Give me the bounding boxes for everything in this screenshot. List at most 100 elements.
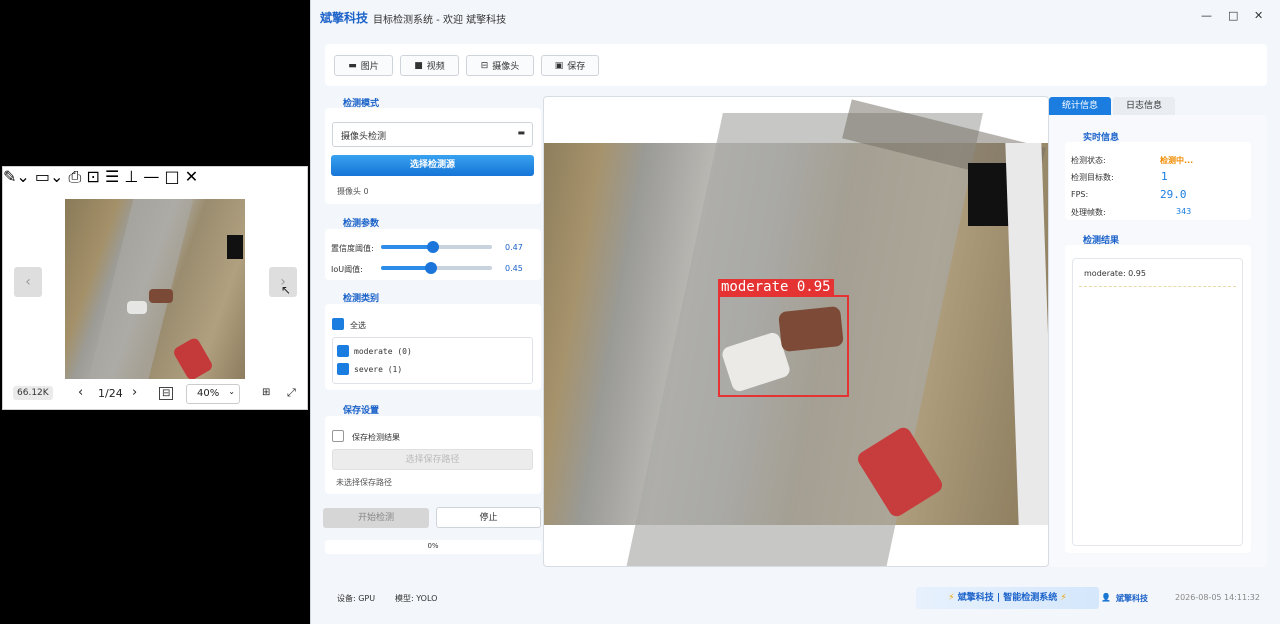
slideshow-icon[interactable]: ⊞	[262, 387, 270, 398]
device-info: 设备: GPU	[337, 594, 376, 603]
save-settings-title: 保存设置	[343, 406, 380, 416]
preview-image	[65, 199, 245, 379]
source-info: 摄像头 0	[337, 187, 369, 196]
close-icon[interactable]: ✕	[1254, 9, 1263, 22]
progress-bar: 0%	[325, 540, 541, 554]
save-button-label: 保存	[567, 62, 586, 72]
toolbar: ▬ 图片 ■ 视频 ⊟ 摄像头 ▣ 保存	[325, 44, 1267, 86]
choose-path-button[interactable]: 选择保存路径	[332, 449, 533, 470]
conf-label: 置信度阈值:	[331, 244, 374, 253]
results-list: moderate: 0.95	[1072, 258, 1243, 546]
fps-label: FPS:	[1071, 190, 1089, 199]
video-button-label: 视频	[426, 62, 445, 72]
video-button[interactable]: ■ 视频	[400, 55, 459, 76]
title-bar: 斌擎科技 目标检测系统 - 欢迎 斌擎科技 — □ ✕	[311, 0, 1280, 34]
page-indicator: 1/24	[98, 387, 123, 400]
detect-mode-select[interactable]: 摄像头检测 ▬	[332, 122, 533, 147]
select-all-label: 全选	[350, 321, 366, 330]
camera-icon: ⊟	[480, 60, 489, 71]
image-button-label: 图片	[360, 62, 379, 72]
targets-value: 1	[1161, 170, 1168, 183]
start-detection-button[interactable]: 开始检测	[323, 508, 429, 528]
class-label-moderate: moderate (0)	[354, 347, 412, 356]
zoom-value: 40%	[197, 388, 220, 399]
progress-text: 0%	[427, 542, 439, 550]
crop-icon[interactable]: ▭⌄	[35, 167, 64, 186]
user-name: 斌擎科技	[1116, 594, 1148, 603]
frames-label: 处理帧数:	[1071, 208, 1106, 217]
lightning-icon: ⚡	[948, 593, 955, 603]
menu-icon[interactable]: ☰	[105, 167, 119, 186]
pin-icon[interactable]: ⊥	[124, 167, 138, 186]
video-display: moderate 0.95	[543, 96, 1049, 567]
dropdown-icon: ▬	[517, 128, 525, 137]
video-icon: ■	[414, 60, 423, 71]
path-status: 未选择保存路径	[336, 478, 392, 487]
close-icon[interactable]: ✕	[185, 167, 198, 186]
iou-slider-handle[interactable]	[424, 262, 437, 274]
file-size-badge: 66.12K	[13, 386, 53, 400]
window-title: 目标检测系统 - 欢迎 斌擎科技	[373, 15, 507, 26]
maximize-icon[interactable]: □	[165, 167, 180, 186]
model-info: 模型: YOLO	[395, 594, 438, 603]
camera-button[interactable]: ⊟ 摄像头	[466, 55, 534, 76]
brand-title: 斌擎科技	[320, 11, 369, 25]
image-button[interactable]: ▬ 图片	[334, 55, 393, 76]
class-checkbox-moderate[interactable]	[337, 345, 349, 357]
previous-arrow-icon[interactable]: ‹	[78, 385, 83, 400]
iou-slider-fill	[381, 266, 431, 270]
tab-stats[interactable]: 统计信息	[1049, 97, 1111, 115]
frames-value: 343	[1176, 207, 1192, 216]
detect-mode-value: 摄像头检测	[341, 132, 387, 142]
detection-app-window: 斌擎科技 目标检测系统 - 欢迎 斌擎科技 — □ ✕ ▬ 图片 ■ 视频 ⊟ 摄像头…	[310, 0, 1280, 624]
zoom-select[interactable]: 40% ⌄	[186, 384, 240, 404]
camera-button-label: 摄像头	[492, 62, 520, 72]
save-button[interactable]: ▣ 保存	[541, 55, 599, 76]
prev-image-button[interactable]: ‹	[14, 267, 42, 297]
class-label-severe: severe (1)	[354, 365, 403, 374]
minimize-icon[interactable]: —	[143, 167, 159, 186]
status-footer: 设备: GPU 模型: YOLO ⚡ 斌擎科技 | 智能检测系统 ⚡ 👤 斌擎科…	[325, 584, 1267, 610]
fullscreen-icon[interactable]: ⤢	[287, 386, 296, 400]
status-value: 检测中...	[1160, 156, 1194, 165]
iou-slider[interactable]	[381, 262, 492, 274]
user-icon: 👤	[1101, 593, 1111, 602]
save-results-checkbox[interactable]	[332, 430, 344, 442]
class-list	[332, 337, 533, 384]
maximize-icon[interactable]: □	[1228, 9, 1238, 22]
datetime: 2026-08-05 14:11:32	[1175, 593, 1260, 602]
targets-label: 检测目标数:	[1071, 173, 1114, 182]
class-checkbox-severe[interactable]	[337, 363, 349, 375]
select-source-button[interactable]: 选择检测源	[331, 155, 534, 176]
tab-log[interactable]: 日志信息	[1113, 97, 1175, 115]
edit-icon[interactable]: ✎⌄	[3, 167, 30, 186]
stop-button[interactable]: 停止	[436, 507, 541, 528]
share-icon[interactable]: ⊡	[86, 167, 99, 186]
bounding-box	[718, 295, 849, 397]
status-label: 检测状态:	[1071, 156, 1106, 165]
detection-overlay: moderate 0.95	[544, 143, 1048, 525]
save-results-label: 保存检测结果	[352, 433, 400, 442]
classes-title: 检测类别	[343, 294, 380, 304]
minimize-icon[interactable]: —	[1201, 9, 1212, 22]
params-title: 检测参数	[343, 219, 380, 229]
fit-icon[interactable]: ⊟	[159, 387, 174, 400]
conf-slider-fill	[381, 245, 434, 249]
select-all-checkbox[interactable]	[332, 318, 344, 330]
iou-value: 0.45	[505, 264, 523, 273]
image-icon: ▬	[348, 60, 357, 71]
print-icon[interactable]: ⎙	[69, 167, 82, 186]
next-arrow-icon[interactable]: ›	[132, 385, 137, 400]
result-item: moderate: 0.95	[1084, 269, 1146, 278]
lightning-icon: ⚡	[1060, 593, 1067, 603]
mouse-cursor-icon: ↖	[281, 283, 292, 297]
detection-label: moderate 0.95	[718, 279, 834, 296]
slogan-text: 斌擎科技 | 智能检测系统	[957, 593, 1058, 603]
fps-value: 29.0	[1160, 188, 1187, 201]
conf-value: 0.47	[505, 243, 523, 252]
iou-label: IoU阈值:	[331, 265, 363, 274]
save-icon: ▣	[554, 60, 564, 71]
conf-slider[interactable]	[381, 241, 492, 253]
image-viewer-window: ✎⌄ ▭⌄ ⎙ ⊡ ☰ ⊥ — □ ✕ ‹ › ↖ 66.12K ‹ 1/24 …	[2, 166, 308, 410]
slogan-badge: ⚡ 斌擎科技 | 智能检测系统 ⚡	[916, 587, 1099, 609]
